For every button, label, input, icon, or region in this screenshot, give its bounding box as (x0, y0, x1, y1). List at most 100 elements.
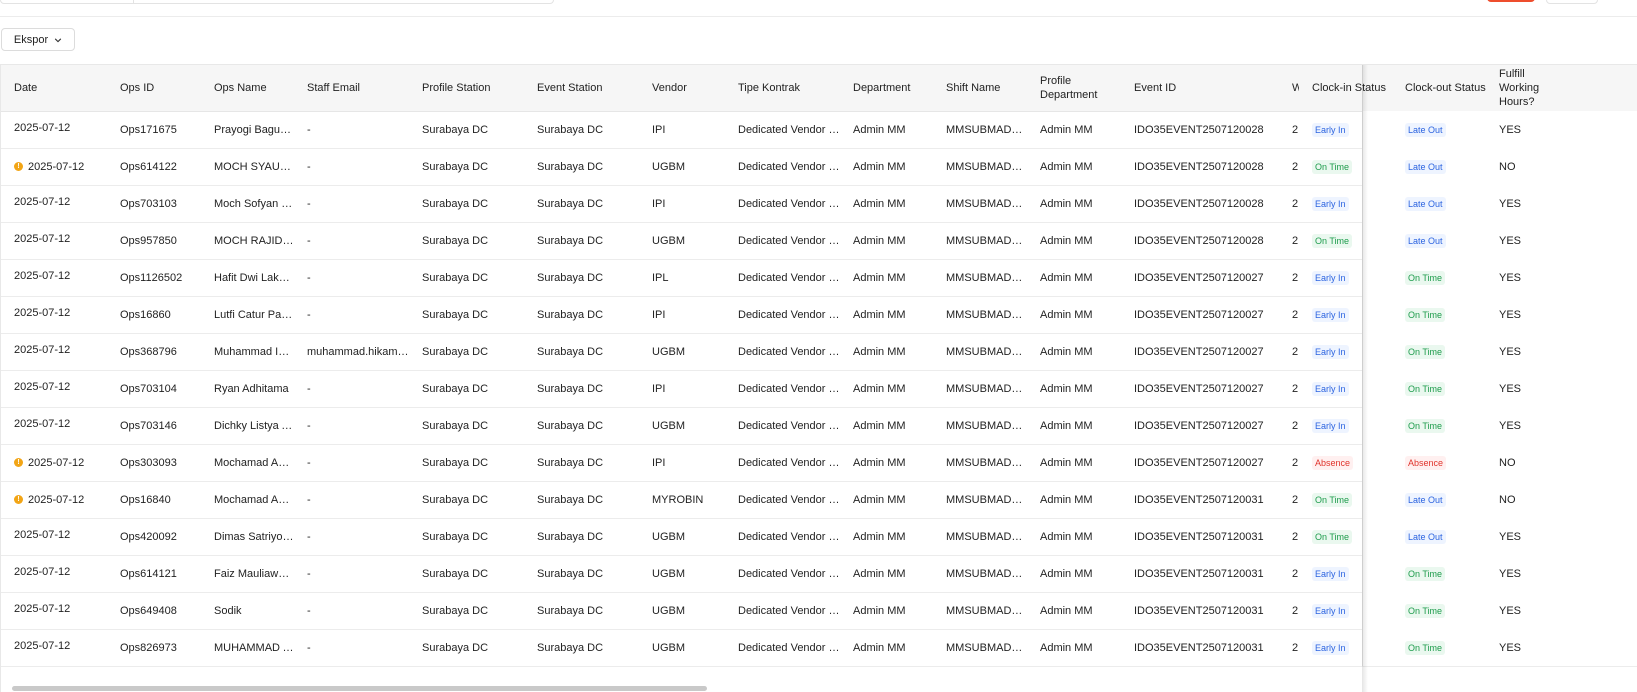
cell-ops-id: Ops614121 (107, 555, 201, 592)
table-row[interactable]: 2025-07-12 Ops171675 Prayogi Bagus D...- Su… (1, 111, 1637, 149)
cell-event-station: Surabaya DC (524, 407, 639, 444)
cell-text: Ops649408 (120, 604, 177, 617)
cell-text: IDO35EVENT2507120027 (1134, 419, 1264, 432)
table-row[interactable]: 2025-07-12 Ops1126502 Hafit Dwi Laksono - Su… (1, 259, 1637, 297)
column-header-clock-out[interactable]: Clock-out Status (1392, 65, 1486, 111)
table-row[interactable]: 2025-07-12 Ops368796 Muhammad Ihya... muham… (1, 333, 1637, 371)
cell-tipe-kontrak: Dedicated Vendor - U... (725, 555, 840, 592)
column-header-department[interactable]: Department (840, 65, 933, 111)
table-row[interactable]: 2025-07-12 Ops420092 Dimas Satriyo P... - Su… (1, 518, 1637, 556)
cell-clock-in: Early In (1299, 185, 1392, 222)
column-header-profile-department[interactable]: Profile Department (1027, 65, 1121, 111)
cell-clock-out: Late Out (1392, 185, 1486, 222)
table-row[interactable]: ! 2025-07-12 Ops303093 Mochamad Akb... - Sura… (1, 444, 1637, 482)
cell-profile-department: Admin MM (1027, 407, 1121, 444)
cell-text: Surabaya DC (537, 271, 604, 284)
column-header-shift-name[interactable]: Shift Name (933, 65, 1027, 111)
cell-text: Ops826973 (120, 641, 177, 654)
cell-text: 202 (1292, 493, 1299, 506)
table-row[interactable]: ! 2025-07-12 Ops16840 Mochamad Age... - Surab… (1, 481, 1637, 519)
column-header-tipe-kontrak[interactable]: Tipe Kontrak (725, 65, 840, 111)
table-row[interactable]: 2025-07-12 Ops16860 Lutfi Catur Pamu...- Su… (1, 296, 1637, 334)
column-header-event-id[interactable]: Event ID (1121, 65, 1279, 111)
cell-date: 2025-07-12 (1, 370, 107, 407)
cell-text: 2025-07-12 (14, 603, 71, 615)
filter-input[interactable] (0, 0, 554, 4)
cell-text: Moch Sofyan Hi... (214, 197, 294, 210)
cell-wa: 202 (1279, 518, 1299, 555)
cell-department: Admin MM (840, 444, 933, 481)
export-button[interactable]: Ekspor (1, 28, 75, 51)
cell-text: - (307, 493, 311, 506)
cell-text: Dedicated Vendor - IPI (738, 197, 840, 210)
column-header-vendor[interactable]: Vendor (639, 65, 725, 111)
status-badge: Late Out (1405, 122, 1446, 137)
status-badge: On Time (1312, 529, 1353, 544)
cell-text: Admin MM (1040, 493, 1093, 506)
column-header-staff-email[interactable]: Staff Email (294, 65, 409, 111)
table-row[interactable]: 2025-07-12 Ops614121 Faiz Mauliawan ... - Su… (1, 555, 1637, 593)
cell-text: Dedicated Vendor - U... (738, 160, 840, 173)
cell-clock-in: Early In (1299, 407, 1392, 444)
cell-text: - (307, 123, 311, 136)
column-header-ops-name[interactable]: Ops Name (201, 65, 294, 111)
cell-event-id: IDO35EVENT2507120028 (1121, 222, 1279, 259)
column-header-clock-in[interactable]: Clock-in Status (1299, 65, 1392, 111)
cell-date: 2025-07-12 (1, 222, 107, 259)
cell-text: Surabaya DC (537, 160, 604, 173)
cell-text: Hafit Dwi Laksono (214, 271, 294, 284)
table-row[interactable]: 2025-07-12 Ops703104 Ryan Adhitama - Surabay… (1, 370, 1637, 408)
horizontal-scrollbar[interactable] (12, 686, 707, 691)
cell-text: 202 (1292, 234, 1299, 247)
column-header-wa[interactable]: Wa (1279, 65, 1299, 111)
status-badge: On Time (1405, 418, 1446, 433)
cell-text: - (307, 456, 311, 469)
cell-text: Ops703146 (120, 419, 177, 432)
cell-text: IPI (652, 382, 666, 395)
cell-text: MMSUBMAD1600 (946, 160, 1027, 173)
warning-dot-icon[interactable]: ! (14, 458, 23, 467)
cell-vendor: UGBM (639, 592, 725, 629)
cell-event-station: Surabaya DC (524, 555, 639, 592)
cell-clock-out: On Time (1392, 333, 1486, 370)
table-row[interactable]: 2025-07-12 Ops826973 MUHAMMAD A... - Surabay… (1, 629, 1637, 667)
table-header: Date Ops ID Ops Name Staff Email Profile Sta… (1, 65, 1637, 112)
top-toolbar (0, 0, 1637, 17)
cell-event-station: Surabaya DC (524, 222, 639, 259)
table-row[interactable]: 2025-07-12 Ops649408 Sodik - Surabaya DC Sura… (1, 592, 1637, 630)
cell-text: Sodik (214, 604, 242, 617)
cell-text: Admin MM (853, 419, 906, 432)
cell-department: Admin MM (840, 222, 933, 259)
cell-event-id: IDO35EVENT2507120028 (1121, 185, 1279, 222)
table-row[interactable]: 2025-07-12 Ops957850 MOCH RAJID AL...- Sura… (1, 222, 1637, 260)
cell-text: NO (1499, 456, 1516, 469)
cell-text: Admin MM (1040, 123, 1093, 136)
warning-dot-icon[interactable]: ! (14, 162, 23, 171)
cell-department: Admin MM (840, 481, 933, 518)
cell-text: Surabaya DC (422, 197, 489, 210)
cell-profile-station: Surabaya DC (409, 333, 524, 370)
cell-text: - (307, 419, 311, 432)
cell-ops-id: Ops649408 (107, 592, 201, 629)
secondary-action-button[interactable] (1546, 0, 1598, 4)
table-row[interactable]: 2025-07-12 Ops703103 Moch Sofyan Hi... - Sur… (1, 185, 1637, 223)
cell-text: YES (1499, 197, 1522, 210)
primary-action-button[interactable] (1487, 0, 1535, 2)
cell-wa: 202 (1279, 296, 1299, 333)
cell-shift-name: MMSUBMAD1600 (933, 222, 1027, 259)
table-row[interactable]: ! 2025-07-12 Ops614122 MOCH SYAUQI A...- Sur… (1, 148, 1637, 186)
cell-event-id: IDO35EVENT2507120027 (1121, 370, 1279, 407)
column-header-profile-station[interactable]: Profile Station (409, 65, 524, 111)
column-header-ops-id[interactable]: Ops ID (107, 65, 201, 111)
cell-text: Admin MM (1040, 160, 1093, 173)
column-header-event-station[interactable]: Event Station (524, 65, 639, 111)
cell-text: Surabaya DC (422, 308, 489, 321)
column-header-date[interactable]: Date (1, 65, 107, 111)
column-header-fulfill[interactable]: Fulfill Working Hours? (1486, 65, 1546, 111)
warning-dot-icon[interactable]: ! (14, 495, 23, 504)
status-badge: On Time (1312, 159, 1353, 174)
table-row[interactable]: 2025-07-12 Ops703146 Dichky Listya Ad...- S… (1, 407, 1637, 445)
cell-vendor: UGBM (639, 518, 725, 555)
cell-ops-id: Ops420092 (107, 518, 201, 555)
cell-vendor: IPI (639, 444, 725, 481)
